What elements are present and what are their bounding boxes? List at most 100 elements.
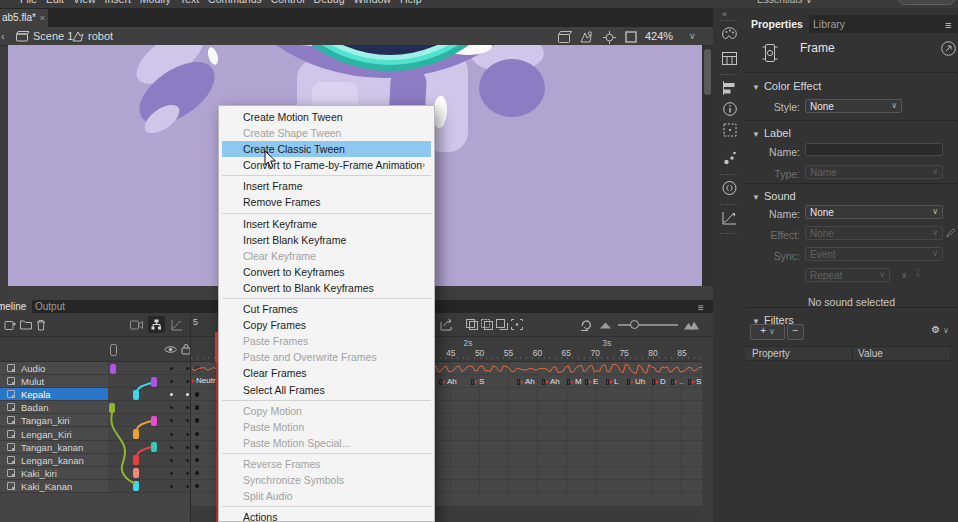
menu-item-cut-frames[interactable]: Cut Frames: [219, 301, 434, 317]
frame-zoom-slider[interactable]: [618, 324, 678, 326]
zoom-in-frames-icon[interactable]: [684, 321, 699, 330]
graph-editor-icon[interactable]: [171, 319, 183, 331]
frame-label[interactable]: S: [688, 377, 701, 389]
zoom-chevron-icon[interactable]: ∨: [689, 31, 696, 41]
frame-label[interactable]: Ah: [439, 377, 457, 389]
menu-item-create-motion-tween[interactable]: Create Motion Tween: [219, 109, 434, 125]
menu-insert[interactable]: Insert: [105, 0, 131, 5]
frame-label[interactable]: ..: [671, 377, 683, 389]
breadcrumb-symbol[interactable]: robot: [88, 30, 113, 42]
stage-vertical-scrollbar-thumb[interactable]: [704, 49, 711, 95]
keyframe-dot[interactable]: [195, 484, 200, 489]
section-color-effect[interactable]: ▼Color Effect: [752, 80, 821, 92]
menu-debug[interactable]: Debug: [314, 0, 345, 5]
menu-item-convert-to-keyframes[interactable]: Convert to Keyframes: [219, 264, 434, 280]
tab-properties[interactable]: Properties: [745, 15, 809, 33]
keyframe-dot[interactable]: [195, 418, 200, 423]
zoom-level[interactable]: 424%: [645, 30, 673, 42]
section-sound[interactable]: ▼Sound: [752, 190, 796, 202]
loop-icon[interactable]: [580, 318, 593, 331]
menu-items[interactable]: File Edit View Insert Modify Text Commands Cont…: [20, 0, 422, 5]
filter-options-button[interactable]: ⚙ ∨: [925, 324, 955, 340]
swatches-panel-icon[interactable]: [722, 52, 737, 65]
document-tab[interactable]: ab5.fla* ×: [0, 9, 48, 27]
menu-help[interactable]: Help: [400, 0, 422, 5]
back-arrow-icon[interactable]: ‹: [1, 30, 5, 42]
center-stage-icon[interactable]: [603, 31, 616, 44]
search-input[interactable]: [898, 0, 955, 5]
menu-item-remove-frames[interactable]: Remove Frames: [219, 194, 434, 210]
remove-filter-button[interactable]: −: [787, 324, 804, 340]
menu-commands[interactable]: Commands: [208, 0, 262, 5]
collapse-panel-left-icon[interactable]: «: [722, 9, 725, 19]
onion-skin-icon[interactable]: [466, 319, 478, 330]
frame-label[interactable]: M: [567, 377, 582, 389]
frame-zoom-slider-knob[interactable]: [630, 320, 639, 329]
frame-label[interactable]: E: [585, 377, 598, 389]
transform-panel-icon[interactable]: [723, 123, 737, 137]
menu-text[interactable]: Text: [180, 0, 199, 5]
close-icon[interactable]: ×: [40, 9, 45, 27]
keyframe-dot[interactable]: [195, 471, 200, 476]
delete-layer-icon[interactable]: [36, 319, 46, 331]
color-panel-icon[interactable]: [722, 27, 737, 41]
frame-label[interactable]: Ah: [517, 377, 535, 389]
menu-item-insert-keyframe[interactable]: Insert Keyframe: [219, 216, 434, 232]
edit-multiple-frames-icon[interactable]: [496, 319, 508, 330]
cc-libraries-icon[interactable]: [722, 181, 737, 195]
menu-item-insert-blank-keyframe[interactable]: Insert Blank Keyframe: [219, 232, 434, 248]
menu-item-select-all-frames[interactable]: Select All Frames: [219, 382, 434, 398]
export-frames-icon[interactable]: [440, 318, 453, 331]
modify-markers-icon[interactable]: [511, 319, 523, 330]
info-panel-icon[interactable]: [723, 102, 737, 116]
zoom-out-frames-icon[interactable]: [600, 322, 611, 329]
keyframe-dot[interactable]: [195, 445, 200, 450]
menu-item-convert-to-blank-keyframes[interactable]: Convert to Blank Keyframes: [219, 280, 434, 296]
motion-editor-icon[interactable]: [722, 211, 737, 225]
menu-item-insert-frame[interactable]: Insert Frame: [219, 178, 434, 194]
sound-name-dropdown[interactable]: None∨: [805, 205, 943, 219]
tab-library[interactable]: Library: [807, 15, 851, 33]
panel-menu-icon[interactable]: ≡: [945, 19, 951, 31]
keyframe-dot[interactable]: [195, 458, 200, 463]
menu-item-copy-frames[interactable]: Copy Frames: [219, 317, 434, 333]
edit-scene-icon[interactable]: [558, 31, 572, 43]
menu-edit[interactable]: Edit: [46, 0, 64, 5]
align-panel-icon[interactable]: [722, 81, 736, 95]
menu-modify[interactable]: Modify: [140, 0, 171, 5]
timeline-vscroll[interactable]: [702, 337, 713, 522]
keyframe-dot[interactable]: [195, 432, 200, 437]
style-dropdown[interactable]: None∨: [805, 99, 902, 113]
section-label[interactable]: ▼Label: [752, 127, 791, 139]
edit-symbols-icon[interactable]: [580, 31, 593, 43]
frame-label[interactable]: Uh: [627, 377, 645, 389]
workspace-switcher[interactable]: Essentials ∨: [757, 0, 813, 5]
frame-label-first[interactable]: Neutr: [192, 376, 216, 388]
new-folder-icon[interactable]: [20, 320, 32, 330]
keyframe-dot[interactable]: [195, 405, 200, 410]
menu-item-convert-to-frame-by-frame-animation[interactable]: Convert to Frame-by-Frame Animation›: [219, 157, 434, 173]
menu-file[interactable]: File: [20, 0, 37, 5]
label-name-input[interactable]: [805, 143, 943, 156]
clip-content-icon[interactable]: [625, 31, 637, 43]
keyframe-dot[interactable]: [195, 392, 200, 397]
menu-view[interactable]: View: [73, 0, 96, 5]
breadcrumb-scene[interactable]: Scene 1: [33, 30, 73, 42]
new-layer-icon[interactable]: [4, 319, 16, 331]
menu-item-clear-frames[interactable]: Clear Frames: [219, 365, 434, 381]
frame-label[interactable]: L: [606, 377, 618, 389]
menu-control[interactable]: Control: [271, 0, 305, 5]
timeline-panel-menu-icon[interactable]: ≡: [698, 302, 704, 313]
frame-label[interactable]: Ah: [542, 377, 560, 389]
help-arrow-icon[interactable]: [941, 41, 956, 56]
onion-skin-outline-icon[interactable]: [481, 319, 493, 330]
tab-timeline[interactable]: Timeline: [0, 300, 32, 313]
frame-label[interactable]: D: [652, 377, 666, 389]
menu-window[interactable]: Window: [354, 0, 391, 5]
tab-output[interactable]: Output: [30, 300, 70, 313]
frame-label[interactable]: S: [471, 377, 484, 389]
brush-library-icon[interactable]: [723, 150, 737, 166]
camera-icon[interactable]: [130, 320, 143, 330]
add-filter-button[interactable]: + ∨: [750, 324, 785, 340]
menu-item-create-classic-tween[interactable]: Create Classic Tween: [222, 141, 431, 157]
